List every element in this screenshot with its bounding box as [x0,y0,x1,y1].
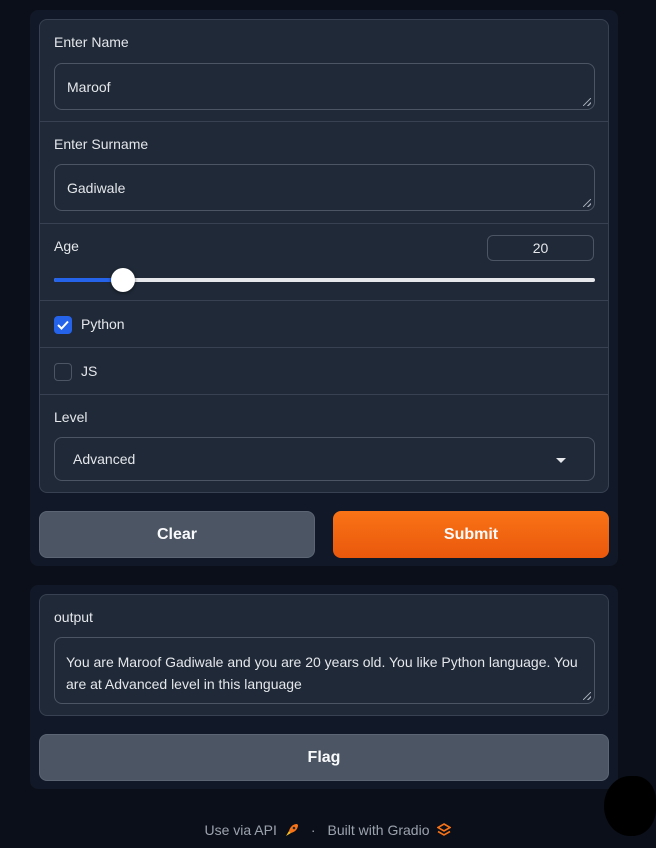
name-value: Maroof [67,78,111,95]
level-dropdown[interactable]: Advanced [54,437,595,481]
checkbox-js-row[interactable]: JS [40,348,608,395]
output-textarea[interactable]: You are Maroof Gadiwale and you are 20 y… [54,637,595,704]
age-slider[interactable] [54,268,595,292]
age-label: Age [54,238,79,254]
rocket-icon[interactable] [285,823,299,837]
name-label: Enter Name [54,34,129,50]
check-icon [57,320,69,330]
built-with-gradio-link[interactable]: Built with Gradio [328,822,430,838]
use-via-api-link[interactable]: Use via API [205,822,277,838]
checkbox-python[interactable] [54,316,72,334]
chevron-down-icon[interactable] [556,458,566,463]
footer: Use via API · Built with Gradio [0,820,656,840]
input-panel: Enter Name Maroof Enter Surname Gadiwale… [30,10,618,566]
output-panel: output You are Maroof Gadiwale and you a… [30,585,618,789]
gradio-logo-icon [437,823,452,836]
surname-field[interactable]: Gadiwale [54,164,595,211]
checkbox-js-label: JS [81,363,98,379]
age-number-input[interactable]: 20 [487,235,594,261]
output-text: You are Maroof Gadiwale and you are 20 y… [66,654,578,692]
level-selected-value: Advanced [73,451,136,467]
checkbox-python-row[interactable]: Python [40,301,608,348]
age-slider-thumb[interactable] [110,268,135,292]
resize-handle-icon[interactable] [583,98,591,106]
age-block: Age 20 [40,224,608,301]
surname-value: Gadiwale [67,179,126,196]
flag-button[interactable]: Flag [39,734,609,781]
resize-handle-icon[interactable] [583,692,591,700]
level-block: Level Advanced [40,395,608,492]
resize-handle-icon[interactable] [583,199,591,207]
clear-button[interactable]: Clear [39,511,315,558]
form-box: Enter Name Maroof Enter Surname Gadiwale… [39,19,609,493]
output-box: output You are Maroof Gadiwale and you a… [39,594,609,716]
gradio-app: Enter Name Maroof Enter Surname Gadiwale… [0,0,656,848]
name-field[interactable]: Maroof [54,63,595,110]
surname-block: Enter Surname Gadiwale [40,122,608,224]
age-number-value: 20 [532,240,549,256]
checkbox-python-label: Python [81,316,125,332]
checkbox-js[interactable] [54,363,72,381]
level-label: Level [54,409,88,425]
name-block: Enter Name Maroof [40,20,608,122]
output-label: output [54,609,93,625]
surname-label: Enter Surname [54,136,149,152]
cursor-overlay [604,776,656,836]
submit-button[interactable]: Submit [333,511,609,558]
footer-separator: · [310,822,316,838]
